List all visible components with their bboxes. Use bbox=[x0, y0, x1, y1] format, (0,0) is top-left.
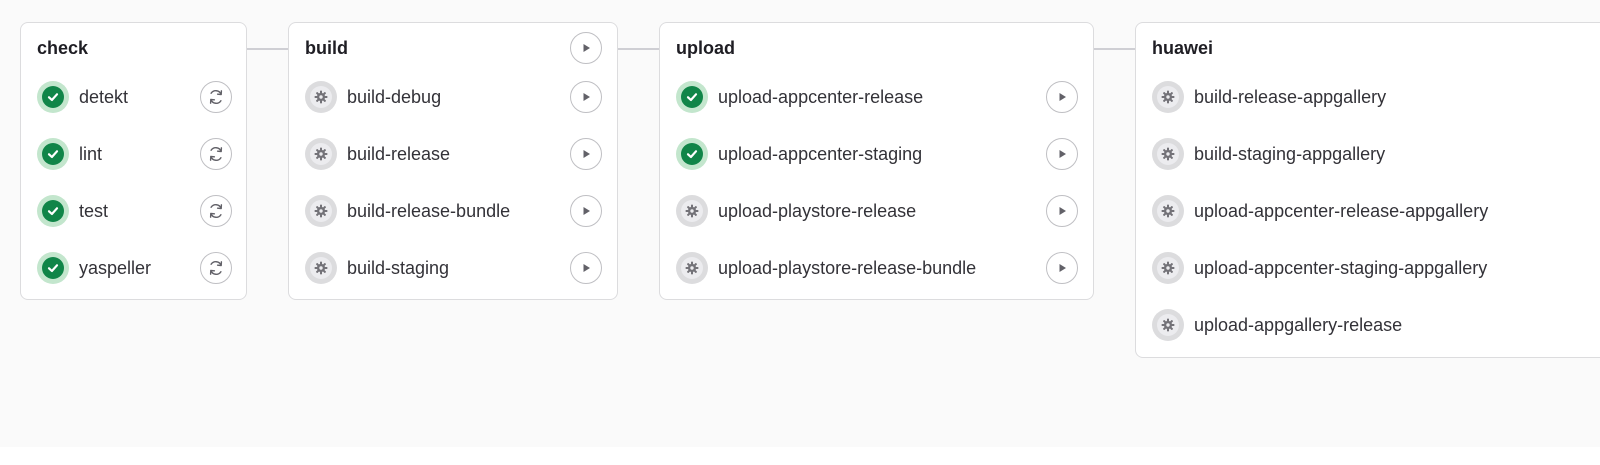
job-retry-button[interactable] bbox=[200, 138, 232, 170]
check-circle-icon bbox=[37, 252, 69, 284]
job-name: yaspeller bbox=[79, 257, 152, 278]
job-item[interactable]: yaspeller bbox=[37, 251, 151, 285]
job-item[interactable]: upload-playstore-release-bundle bbox=[676, 251, 976, 285]
pipeline-graph: check detekt lint test yaspeller build b… bbox=[0, 0, 1600, 447]
job-retry-button[interactable] bbox=[200, 195, 232, 227]
stage-connector bbox=[246, 48, 289, 50]
retry-icon bbox=[207, 202, 225, 220]
retry-icon bbox=[207, 145, 225, 163]
gear-icon bbox=[305, 81, 337, 113]
job-name: build-release bbox=[347, 143, 451, 164]
job-name: upload-appcenter-release bbox=[718, 86, 924, 107]
job-retry-button[interactable] bbox=[200, 252, 232, 284]
play-icon bbox=[1056, 91, 1068, 103]
gear-icon bbox=[1152, 81, 1184, 113]
job-play-button[interactable] bbox=[1046, 138, 1078, 170]
stage-check: check detekt lint test yaspeller bbox=[20, 22, 247, 300]
stage-build: build build-debug build-release build-re… bbox=[288, 22, 618, 300]
stage-upload: upload upload-appcenter-release upload-a… bbox=[659, 22, 1094, 300]
stage-title: build bbox=[305, 38, 348, 58]
job-name: test bbox=[79, 200, 109, 221]
job-name: build-debug bbox=[347, 86, 442, 107]
job-name: build-release-bundle bbox=[347, 200, 511, 221]
gear-icon bbox=[1152, 195, 1184, 227]
check-circle-icon bbox=[676, 138, 708, 170]
job-play-button[interactable] bbox=[570, 195, 602, 227]
gear-icon bbox=[1152, 138, 1184, 170]
job-name: upload-appcenter-release-appgallery bbox=[1194, 200, 1489, 221]
retry-icon bbox=[207, 88, 225, 106]
job-name: lint bbox=[79, 143, 103, 164]
gear-icon bbox=[305, 138, 337, 170]
job-item[interactable]: test bbox=[37, 194, 108, 228]
job-play-button[interactable] bbox=[1046, 81, 1078, 113]
job-item[interactable]: lint bbox=[37, 137, 102, 171]
job-play-button[interactable] bbox=[570, 252, 602, 284]
job-item[interactable]: upload-appgallery-release bbox=[1152, 308, 1402, 342]
job-play-button[interactable] bbox=[570, 81, 602, 113]
stage-play-all-button[interactable] bbox=[570, 32, 602, 64]
job-name: upload-playstore-release-bundle bbox=[718, 257, 977, 278]
gear-icon bbox=[305, 252, 337, 284]
job-play-button[interactable] bbox=[1046, 252, 1078, 284]
job-item[interactable]: upload-appcenter-staging bbox=[676, 137, 922, 171]
job-name: upload-appcenter-staging bbox=[718, 143, 923, 164]
check-circle-icon bbox=[37, 138, 69, 170]
job-name: build-staging bbox=[347, 257, 450, 278]
stage-title: huawei bbox=[1152, 38, 1214, 58]
gear-icon bbox=[1152, 252, 1184, 284]
job-item[interactable]: build-staging-appgallery bbox=[1152, 137, 1385, 171]
job-item[interactable]: detekt bbox=[37, 80, 128, 114]
stage-title: check bbox=[37, 38, 89, 58]
gear-icon bbox=[676, 195, 708, 227]
job-item[interactable]: upload-playstore-release bbox=[676, 194, 916, 228]
retry-icon bbox=[207, 259, 225, 277]
stage-title: upload bbox=[676, 38, 735, 58]
job-item[interactable]: upload-appcenter-release-appgallery bbox=[1152, 194, 1488, 228]
job-name: upload-appgallery-release bbox=[1194, 314, 1403, 335]
job-item[interactable]: build-release-appgallery bbox=[1152, 80, 1386, 114]
job-item[interactable]: upload-appcenter-release bbox=[676, 80, 923, 114]
job-name: build-release-appgallery bbox=[1194, 86, 1387, 107]
stage-huawei: huawei build-release-appgallery build-st… bbox=[1135, 22, 1600, 358]
job-retry-button[interactable] bbox=[200, 81, 232, 113]
gear-icon bbox=[1152, 309, 1184, 341]
play-icon bbox=[1056, 148, 1068, 160]
gear-icon bbox=[305, 195, 337, 227]
job-play-button[interactable] bbox=[1046, 195, 1078, 227]
play-icon bbox=[580, 42, 592, 54]
play-icon bbox=[580, 262, 592, 274]
stage-connector bbox=[1093, 48, 1136, 50]
gear-icon bbox=[676, 252, 708, 284]
play-icon bbox=[1056, 205, 1068, 217]
job-item[interactable]: build-release bbox=[305, 137, 450, 171]
job-name: upload-playstore-release bbox=[718, 200, 917, 221]
job-item[interactable]: build-release-bundle bbox=[305, 194, 510, 228]
check-circle-icon bbox=[37, 195, 69, 227]
job-item[interactable]: build-staging bbox=[305, 251, 449, 285]
stage-connector bbox=[617, 48, 660, 50]
job-name: upload-appcenter-staging-appgallery bbox=[1194, 257, 1488, 278]
job-name: detekt bbox=[79, 86, 129, 107]
job-name: build-staging-appgallery bbox=[1194, 143, 1386, 164]
job-item[interactable]: upload-appcenter-staging-appgallery bbox=[1152, 251, 1487, 285]
play-icon bbox=[580, 148, 592, 160]
play-icon bbox=[580, 91, 592, 103]
check-circle-icon bbox=[37, 81, 69, 113]
job-play-button[interactable] bbox=[570, 138, 602, 170]
job-item[interactable]: build-debug bbox=[305, 80, 441, 114]
play-icon bbox=[1056, 262, 1068, 274]
check-circle-icon bbox=[676, 81, 708, 113]
play-icon bbox=[580, 205, 592, 217]
